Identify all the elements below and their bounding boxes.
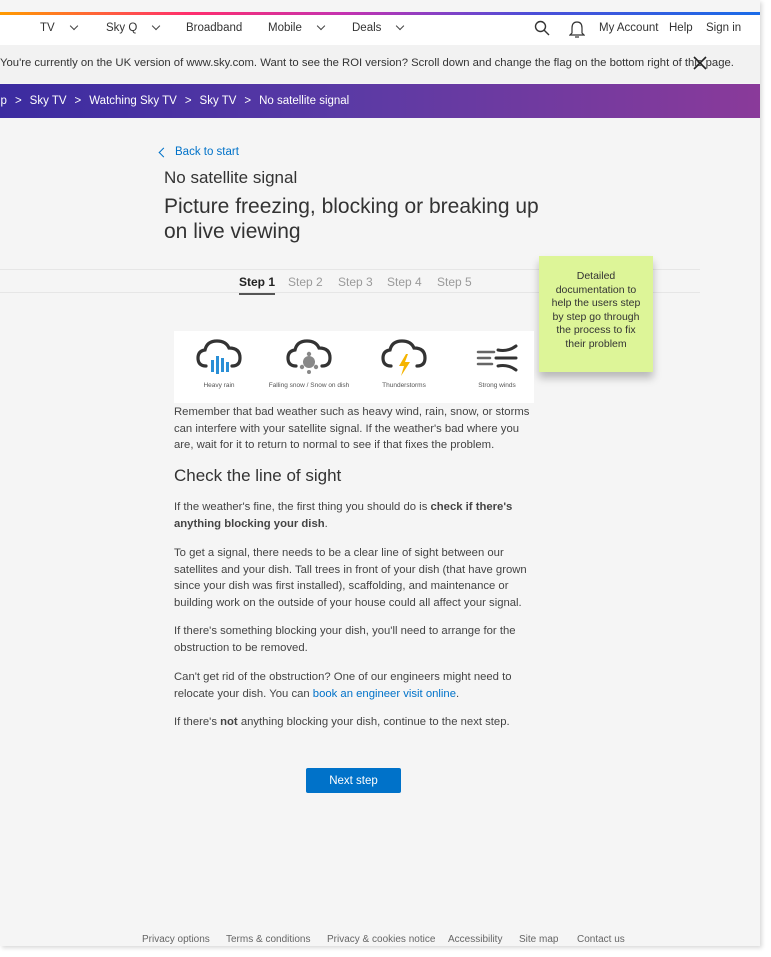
close-icon[interactable] — [693, 56, 707, 70]
footer-link-accessibility[interactable]: Accessibility — [448, 934, 502, 945]
tab-step-1[interactable]: Step 1 — [239, 275, 276, 295]
breadcrumb-separator: > — [244, 95, 252, 107]
weather-label: Falling snow / Snow on dish — [268, 382, 350, 389]
strong-winds-icon — [476, 344, 518, 372]
footer-link-terms[interactable]: Terms & conditions — [226, 934, 310, 945]
nav-item-label: Mobile — [268, 22, 302, 34]
intro-paragraph: Remember that bad weather such as heavy … — [174, 406, 530, 451]
weather-item-wind: Strong winds — [452, 336, 542, 389]
paragraph-3: If there's something blocking your dish,… — [174, 625, 516, 654]
sign-in-link[interactable]: Sign in — [706, 22, 741, 34]
thunderstorm-icon — [381, 339, 427, 376]
text: If the weather's fine, the first thing y… — [174, 501, 431, 513]
breadcrumb-separator: > — [184, 95, 192, 107]
breadcrumb-item-sky-tv[interactable]: Sky TV — [30, 95, 67, 107]
section-heading: Check the line of sight — [174, 466, 342, 485]
breadcrumb-item-help[interactable]: lp — [0, 95, 7, 107]
page: TV Sky Q Broadband Mobile Deals My Accou… — [0, 0, 760, 946]
text: anything blocking your dish, continue to… — [237, 716, 510, 728]
nav-item-deals[interactable]: Deals — [352, 21, 405, 34]
nav-item-label: Broadband — [186, 22, 243, 34]
tab-step-5[interactable]: Step 5 — [437, 275, 472, 289]
breadcrumb-separator: > — [14, 95, 22, 107]
footer-link-privacy-options[interactable]: Privacy options — [142, 934, 210, 945]
weather-item-thunder: Thunderstorms — [359, 336, 449, 389]
my-account-link[interactable]: My Account — [599, 22, 658, 34]
breadcrumb-item-sky-tv-2[interactable]: Sky TV — [200, 95, 237, 107]
weather-item-snow: Falling snow / Snow on dish — [264, 336, 354, 389]
top-nav: TV Sky Q Broadband Mobile Deals My Accou… — [0, 15, 760, 45]
footer-link-site-map[interactable]: Site map — [519, 934, 558, 945]
tab-step-3[interactable]: Step 3 — [338, 275, 373, 289]
nav-item-tv[interactable]: TV — [40, 21, 78, 34]
paragraph-4: Can't get rid of the obstruction? One of… — [174, 669, 532, 702]
snow-icon — [286, 339, 332, 374]
breadcrumb-item-watching-sky-tv[interactable]: Watching Sky TV — [89, 95, 177, 107]
weather-label: Strong winds — [478, 382, 516, 389]
paragraph-1: If the weather's fine, the first thing y… — [174, 499, 532, 532]
book-engineer-link[interactable]: book an engineer visit online — [313, 688, 456, 700]
help-label: Help — [669, 22, 693, 34]
paragraph-2: To get a signal, there needs to be a cle… — [174, 547, 527, 609]
chevron-left-icon — [158, 147, 169, 157]
page-title: Picture freezing, blocking or breaking u… — [164, 195, 539, 243]
chevron-down-icon — [69, 21, 78, 31]
notice-text: You're currently on the UK version of ww… — [0, 57, 734, 69]
breadcrumb: lp > Sky TV > Watching Sky TV > Sky TV >… — [0, 84, 760, 118]
nav-item-label: Sky Q — [106, 22, 138, 34]
weather-label: Heavy rain — [203, 382, 235, 389]
footer: Privacy options Terms & conditions Priva… — [0, 934, 760, 946]
my-account-label: My Account — [599, 22, 659, 34]
footer-link-privacy-cookies[interactable]: Privacy & cookies notice — [327, 934, 435, 945]
bell-icon[interactable] — [569, 20, 585, 38]
next-step-button[interactable]: Next step — [306, 768, 401, 793]
chevron-down-icon — [396, 21, 405, 31]
tab-step-4[interactable]: Step 4 — [387, 275, 422, 289]
sign-in-label: Sign in — [706, 22, 742, 34]
text: . — [324, 517, 328, 530]
sticky-note: Detailed documentation to help the users… — [539, 256, 653, 372]
breadcrumb-item-current: No satellite signal — [259, 95, 350, 107]
paragraph-5: If there's not anything blocking your di… — [174, 714, 532, 731]
region-notice: You're currently on the UK version of ww… — [0, 45, 760, 83]
weather-label: Thunderstorms — [382, 382, 426, 389]
bold-text: not — [220, 716, 238, 728]
page-subtitle: No satellite signal — [164, 168, 298, 187]
search-icon[interactable] — [534, 20, 550, 36]
breadcrumb-separator: > — [74, 95, 82, 107]
nav-item-broadband[interactable]: Broadband — [186, 22, 242, 34]
chevron-down-icon — [316, 21, 326, 31]
nav-item-label: Deals — [352, 22, 382, 34]
weather-item-rain: Heavy rain — [174, 336, 264, 389]
help-link[interactable]: Help — [669, 22, 693, 34]
tab-step-2[interactable]: Step 2 — [288, 275, 323, 289]
back-link-label: Back to start — [175, 146, 239, 158]
text: If there's — [174, 716, 221, 728]
text: . — [456, 687, 460, 700]
heavy-rain-icon — [196, 339, 242, 374]
chevron-down-icon — [152, 21, 161, 31]
nav-item-mobile[interactable]: Mobile — [268, 21, 326, 34]
footer-link-contact[interactable]: Contact us — [577, 934, 625, 945]
back-to-start-link[interactable]: Back to start — [158, 146, 239, 158]
nav-item-label: TV — [40, 22, 55, 34]
weather-panel: Heavy rain Falling snow / Snow on dish T… — [174, 331, 534, 403]
nav-item-sky-q[interactable]: Sky Q — [106, 21, 161, 34]
